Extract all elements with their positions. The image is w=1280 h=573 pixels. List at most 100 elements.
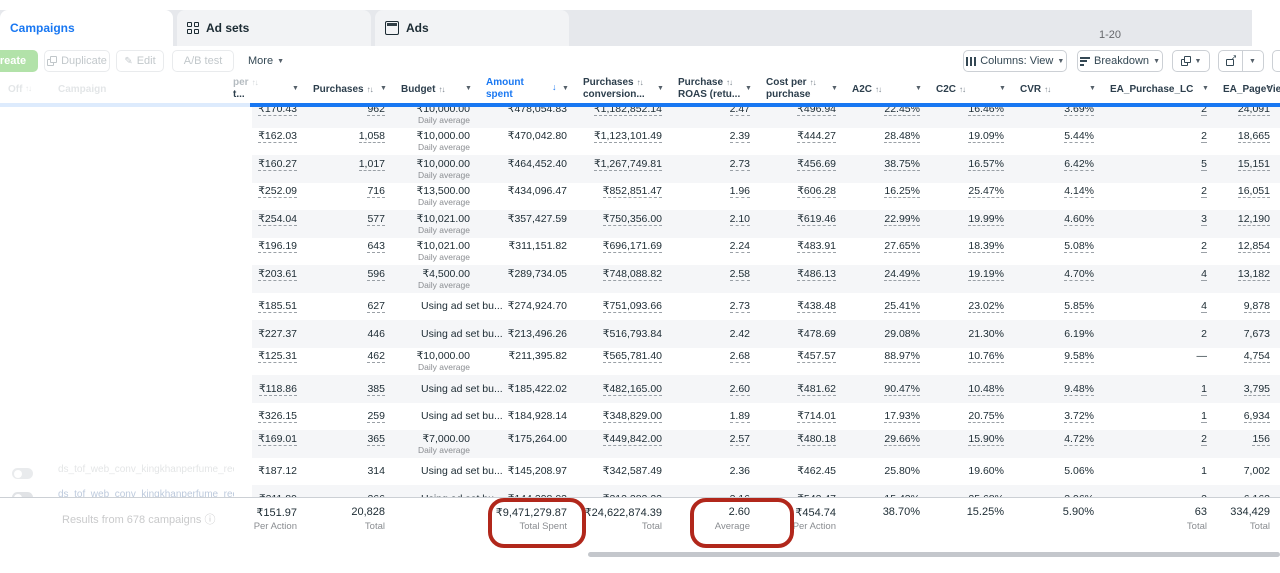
- column-menu-icon[interactable]: ▼: [745, 85, 752, 92]
- cell-ea_purchase: 2: [1201, 130, 1207, 143]
- column-header-cpp[interactable]: Cost per↑↓purchase▼: [766, 74, 844, 103]
- cell-result: ₹125.31: [258, 350, 297, 363]
- cell-purchases: 643: [367, 240, 385, 253]
- cell-ea_pageview: 12,854: [1238, 240, 1270, 253]
- cell-spent: ₹470,042.80: [508, 130, 567, 142]
- column-header-roas[interactable]: Purchase↑↓ROAS (retu... ▼: [678, 74, 758, 103]
- column-header-budget[interactable]: Budget↑↓▼: [401, 74, 478, 103]
- summary-a2c: 38.70%: [844, 506, 920, 518]
- summary-ea_purchase-label: Total: [1102, 521, 1207, 532]
- cell-cvr: 4.70%: [1064, 268, 1094, 281]
- cell-ea_purchase: 4: [1201, 268, 1207, 281]
- cell-cvr: 5.44%: [1064, 130, 1094, 143]
- cell-c2c: 10.48%: [968, 383, 1004, 396]
- cell-roas: 2.73: [730, 300, 750, 313]
- cell-spent: ₹311,151.82: [509, 240, 567, 252]
- cell-purchases: 259: [367, 410, 385, 423]
- sort-descending-icon[interactable]: ↓: [552, 82, 556, 92]
- sort-icon[interactable]: ↑↓: [637, 78, 643, 87]
- column-label: spent: [486, 89, 513, 100]
- column-menu-icon[interactable]: ▼: [380, 85, 387, 92]
- cell-ea_purchase: 1: [1201, 383, 1207, 396]
- cell-ea_pageview: 156: [1252, 433, 1270, 446]
- cell-spent: ₹211,395.82: [509, 350, 567, 362]
- column-menu-icon[interactable]: ▼: [465, 85, 472, 92]
- cell-ea_pageview: 15,151: [1238, 158, 1270, 171]
- column-header-result[interactable]: per↑↓t...▼: [233, 74, 290, 103]
- horizontal-scrollbar[interactable]: [588, 552, 1280, 557]
- campaign-toggle[interactable]: [12, 468, 33, 479]
- cell-cpp: ₹438.48: [797, 300, 836, 313]
- cell-budget-sub: Daily average: [393, 252, 470, 262]
- cell-c2c: 20.75%: [968, 410, 1004, 423]
- cell-cvr: 4.72%: [1064, 433, 1094, 446]
- column-header-spent[interactable]: Amountspent ↓ ▼: [486, 74, 575, 103]
- column-label: Amount: [486, 77, 524, 88]
- cell-result: ₹185.51: [258, 300, 297, 313]
- cell-budget: ₹10,021.00: [393, 213, 470, 225]
- column-menu-icon[interactable]: ▼: [915, 85, 922, 92]
- sort-icon[interactable]: ↑↓: [438, 85, 444, 94]
- summary-cvr: 5.90%: [1012, 506, 1094, 518]
- cell-budget: ₹10,000.00: [393, 130, 470, 142]
- column-header-c2c[interactable]: C2C↑↓▼: [936, 74, 1012, 103]
- cell-cpp: ₹481.62: [797, 383, 836, 396]
- sort-icon[interactable]: ↑↓: [1044, 85, 1050, 94]
- cell-ea_pageview: 6,934: [1244, 410, 1270, 423]
- sort-icon[interactable]: ↑↓: [875, 85, 881, 94]
- summary-ea_purchase: 63: [1102, 506, 1207, 518]
- cell-a2c: 29.08%: [884, 328, 920, 340]
- column-label: ROAS (retu...: [678, 89, 740, 100]
- cell-budget: ₹7,000.00: [393, 433, 470, 445]
- cell-roas: 2.58: [730, 268, 750, 281]
- cell-purchases: 627: [367, 300, 385, 313]
- column-header-conv_value[interactable]: Purchases↑↓conversion...▼: [583, 74, 670, 103]
- results-count: Results from 678 campaigns ⓘ: [62, 511, 215, 527]
- sort-icon[interactable]: ↑↓: [959, 85, 965, 94]
- cell-a2c: 88.97%: [884, 350, 920, 363]
- column-label: Purchase↑↓: [678, 77, 732, 88]
- cell-result: ₹169.01: [258, 433, 297, 446]
- column-menu-icon[interactable]: ▼: [1089, 85, 1096, 92]
- cell-cvr: 6.19%: [1064, 328, 1094, 340]
- cell-budget: ₹10,021.00: [393, 240, 470, 252]
- column-menu-icon[interactable]: ▼: [831, 85, 838, 92]
- cell-a2c: 29.66%: [884, 433, 920, 446]
- cell-c2c: 18.39%: [968, 240, 1004, 253]
- cell-result: ₹187.12: [258, 465, 297, 477]
- cell-purchases: 385: [367, 383, 385, 396]
- column-menu-icon[interactable]: ▼: [1202, 85, 1209, 92]
- cell-result: ₹203.61: [258, 268, 297, 281]
- cell-ea_pageview: 18,665: [1238, 130, 1270, 143]
- cell-roas: 2.73: [730, 158, 750, 171]
- cell-c2c: 19.19%: [968, 268, 1004, 281]
- cell-roas: 2.10: [730, 213, 750, 226]
- cell-conv_value: ₹1,123,101.49: [594, 130, 662, 143]
- cell-ea_purchase: 4: [1201, 300, 1207, 313]
- cell-ea_purchase: 2: [1201, 328, 1207, 340]
- cell-purchases: 1,058: [359, 130, 385, 143]
- sort-icon[interactable]: ↑↓: [367, 85, 373, 94]
- column-label: CVR↑↓: [1020, 84, 1050, 95]
- cell-ea_purchase: 3: [1201, 213, 1207, 226]
- column-header-purchases[interactable]: Purchases↑↓▼: [313, 74, 393, 103]
- column-header-ea_pageview[interactable]: EA_PageView▼: [1223, 74, 1278, 103]
- cell-result: ₹118.86: [259, 383, 297, 396]
- column-header-cvr[interactable]: CVR↑↓ ▼: [1020, 74, 1102, 103]
- campaign-name-link[interactable]: ds_tof_web_conv_kingkhanperfume_reel_270…: [58, 464, 234, 475]
- column-menu-icon[interactable]: ▼: [292, 85, 299, 92]
- column-header-ea_purchase[interactable]: EA_Purchase_LC▼: [1110, 74, 1215, 103]
- column-header-a2c[interactable]: A2C↑↓▼: [852, 74, 928, 103]
- cell-spent: ₹274,924.70: [508, 300, 567, 312]
- sort-icon[interactable]: ↑↓: [726, 78, 732, 87]
- cell-result: ₹254.04: [258, 213, 297, 226]
- sort-icon[interactable]: ↑↓: [810, 78, 816, 87]
- column-menu-icon[interactable]: ▼: [999, 85, 1006, 92]
- sort-icon[interactable]: ↑↓: [252, 78, 258, 87]
- column-menu-icon[interactable]: ▼: [562, 85, 569, 92]
- cell-a2c: 25.41%: [884, 300, 920, 313]
- column-menu-icon[interactable]: ▼: [657, 85, 664, 92]
- cell-spent: ₹185,422.02: [508, 383, 567, 395]
- cell-cpp: ₹606.28: [797, 185, 836, 198]
- column-menu-icon[interactable]: ▼: [1265, 85, 1272, 92]
